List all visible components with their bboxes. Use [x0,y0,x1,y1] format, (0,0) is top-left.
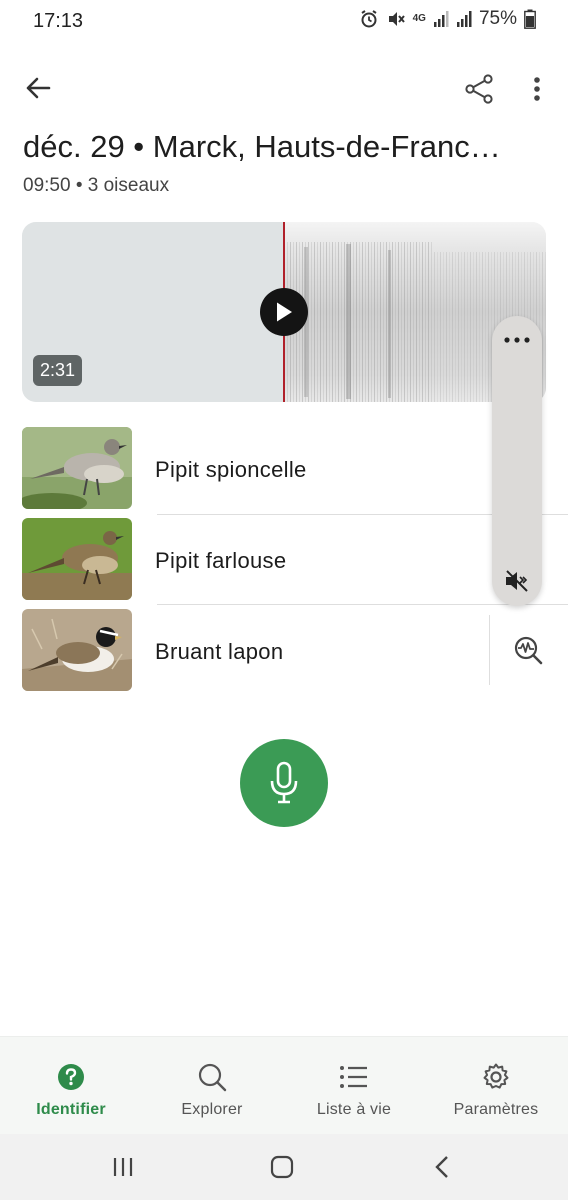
nav-liste-a-vie[interactable]: Liste à vie [302,1037,406,1135]
more-vertical-icon [534,77,540,101]
microphone-icon [270,761,298,804]
more-horizontal-icon [504,337,530,343]
species-photo [22,609,132,691]
mute-icon [506,570,528,592]
recording-title: déc. 29 • Marck, Hauts-de-Franc… [23,129,501,164]
arrow-left-icon [26,77,51,99]
chevron-left-icon [435,1156,448,1178]
network-type: 4G [412,13,426,24]
volume-more-button[interactable] [492,326,542,354]
status-time: 17:13 [33,10,84,32]
system-navigation-bar [0,1134,568,1200]
list-icon [340,1066,367,1088]
battery-percent: 75% [478,8,517,29]
recent-apps-button[interactable] [105,1150,141,1184]
species-name: Bruant lapon [155,639,284,664]
nav-label: Explorer [181,1101,243,1118]
recording-subtitle: 09:50 • 3 oiseaux [23,175,170,196]
record-mic-button[interactable] [240,739,328,827]
alarm-icon [361,10,377,28]
search-icon [198,1063,227,1092]
species-row[interactable]: Pipit spioncelle [0,424,568,514]
species-row[interactable]: Bruant lapon [0,606,568,696]
share-icon [465,74,493,104]
sound-search-icon [514,636,543,665]
home-button[interactable] [264,1150,300,1184]
nav-explorer[interactable]: Explorer [163,1037,261,1135]
recent-apps-icon [113,1158,133,1176]
mute-status-icon [388,12,405,26]
column-divider [489,615,490,685]
gear-icon [483,1063,509,1089]
nav-label: Paramètres [453,1101,539,1118]
analyze-sound-button[interactable] [508,630,548,670]
share-button[interactable] [458,68,500,110]
system-back-button[interactable] [424,1150,460,1184]
play-button[interactable] [260,288,308,336]
duration-badge: 2:31 [33,355,83,386]
species-name: Pipit farlouse [155,548,287,573]
signal-icon [433,11,449,27]
play-icon [277,302,292,322]
volume-mute-button[interactable] [492,566,542,596]
nav-label: Liste à vie [316,1101,392,1118]
nav-identifier[interactable]: Identifier [22,1037,120,1135]
species-row[interactable]: Pipit farlouse [0,515,568,605]
signal-2-icon [456,11,472,27]
species-photo [22,427,132,509]
status-bar: 17:13 4G 75% [0,0,568,44]
back-button[interactable] [18,68,58,108]
nav-label: Identifier [36,1101,106,1118]
row-divider [157,604,568,605]
more-options-button[interactable] [518,68,556,110]
volume-panel[interactable] [492,316,542,606]
app-bar [0,62,568,114]
help-circle-icon [58,1064,84,1090]
spectrogram-player[interactable]: 2:31 [22,222,546,402]
bottom-navigation: Identifier Explorer Liste à vie Paramètr… [0,1036,568,1134]
species-name: Pipit spioncelle [155,457,307,482]
species-photo [22,518,132,600]
nav-parametres[interactable]: Paramètres [444,1037,548,1135]
status-icons: 4G 75% [359,8,536,30]
home-icon [270,1155,294,1179]
battery-icon [524,9,536,29]
